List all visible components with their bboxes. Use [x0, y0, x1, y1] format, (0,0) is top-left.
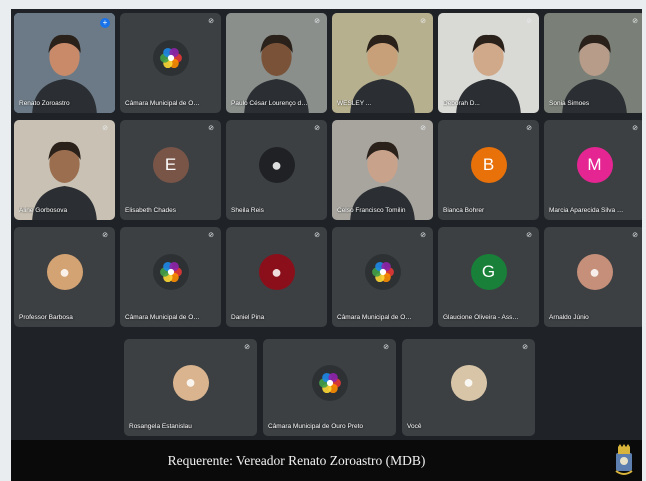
avatar-letter: E — [152, 147, 189, 183]
participant-tile[interactable]: + Renato Zoroastro — [14, 13, 115, 113]
participant-name: Celso Francisco Tomilin — [337, 207, 406, 214]
participant-tile[interactable]: ⊘ Câmara Municipal de Ouro Preto — [263, 339, 396, 436]
mic-off-icon: ⊘ — [632, 232, 638, 239]
participant-tile[interactable]: ● ⊘ Daniel Pina — [226, 227, 327, 327]
person-icon: ● — [463, 372, 474, 393]
participant-name: WESLEY ... — [337, 100, 372, 107]
participant-name: Rosangela Estanislau — [129, 423, 192, 430]
participant-name: Renato Zoroastro — [19, 100, 70, 107]
mic-off-icon: ⊘ — [420, 125, 426, 132]
mic-off-icon: ⊘ — [632, 125, 638, 132]
mic-off-icon: ⊘ — [522, 344, 528, 351]
participant-tile[interactable]: ⊘ WESLEY ... — [332, 13, 433, 113]
caption-bar: Requerente: Vereador Renato Zoroastro (M… — [11, 440, 642, 481]
participant-name: Deborah D... — [443, 100, 480, 107]
participant-name: Câmara Municipal de Ouro... — [337, 314, 415, 321]
person-icon: ● — [271, 154, 282, 175]
avatar-photo: ● — [576, 254, 613, 290]
mic-off-icon: ⊘ — [244, 344, 250, 351]
participant-name: Marcia Aparecida Silva San... — [549, 207, 627, 214]
participant-video — [332, 13, 433, 113]
mic-off-icon: ⊘ — [420, 232, 426, 239]
participant-tile[interactable]: ⊘ Deborah D... — [438, 13, 539, 113]
participant-name: Paulo César Lourenço de... — [231, 100, 309, 107]
participant-name: Glaucione Oliveira - Asses... — [443, 314, 521, 321]
participant-name: Sheila Reis — [231, 207, 264, 214]
mic-off-icon: ⊘ — [208, 232, 214, 239]
participant-tile[interactable]: ● ⊘ Sheila Reis — [226, 120, 327, 220]
participant-name: Você — [407, 423, 422, 430]
participant-tile[interactable]: ⊘ Câmara Municipal de Ouro... — [120, 227, 221, 327]
mic-off-icon: ⊘ — [208, 18, 214, 25]
council-logo-avatar — [311, 364, 348, 401]
person-icon: ● — [185, 372, 196, 393]
participant-tile[interactable]: ⊘ Celso Francisco Tomilin — [332, 120, 433, 220]
mic-off-icon: ⊘ — [102, 232, 108, 239]
mic-off-icon: ⊘ — [526, 125, 532, 132]
participant-name: Daniel Pina — [231, 314, 265, 321]
participant-tile[interactable]: ● ⊘ Professor Barbosa — [14, 227, 115, 327]
participant-tile[interactable]: E ⊘ Elisabeth Chades — [120, 120, 221, 220]
person-icon: ● — [589, 261, 600, 282]
avatar-letter: M — [576, 147, 613, 183]
mic-off-icon: ⊘ — [526, 18, 532, 25]
avatar-photo: ● — [258, 147, 295, 183]
screenshot-frame: + Renato Zoroastro ⊘ Câmara Municipal de Ou… — [0, 0, 646, 481]
meeting-grid: + Renato Zoroastro ⊘ Câmara Municipal de Ou… — [11, 9, 642, 440]
participant-video — [14, 13, 115, 113]
avatar-photo: ● — [46, 254, 83, 290]
mic-off-icon: ⊘ — [102, 125, 108, 132]
mic-off-icon: ⊘ — [314, 232, 320, 239]
participant-name: Câmara Municipal de Ouro Preto — [268, 423, 364, 430]
caption-text: Requerente: Vereador Renato Zoroastro (M… — [167, 453, 426, 468]
participant-video — [14, 120, 115, 220]
participant-name: Elisabeth Chades — [125, 207, 176, 214]
participant-tile[interactable]: B ⊘ Bianca Bohrer — [438, 120, 539, 220]
participant-video — [332, 120, 433, 220]
participant-tile[interactable]: M ⊘ Marcia Aparecida Silva San... — [544, 120, 642, 220]
participant-tile[interactable]: ● ⊘ Você — [402, 339, 535, 436]
mic-off-icon: ⊘ — [383, 344, 389, 351]
person-icon: ● — [271, 261, 282, 282]
participant-tile[interactable]: ⊘ Sonia Simoes — [544, 13, 642, 113]
mic-off-icon: ⊘ — [420, 18, 426, 25]
participant-name: Professor Barbosa — [19, 314, 73, 321]
avatar-photo: ● — [450, 364, 487, 401]
participant-tile[interactable]: ● ⊘ Arnaldo Júnio — [544, 227, 642, 327]
council-logo-avatar — [152, 254, 189, 290]
participant-name: Aline Gorbosova — [19, 207, 68, 214]
participant-tile[interactable]: ⊘ Câmara Municipal de Ouro... — [120, 13, 221, 113]
participant-video — [226, 13, 327, 113]
pin-icon[interactable]: + — [100, 18, 110, 28]
avatar-letter: G — [470, 254, 507, 290]
mic-off-icon: ⊘ — [208, 125, 214, 132]
avatar-letter: B — [470, 147, 507, 183]
participant-name: Arnaldo Júnio — [549, 314, 589, 321]
mic-off-icon: ⊘ — [314, 125, 320, 132]
participant-name: Bianca Bohrer — [443, 207, 485, 214]
person-icon: ● — [59, 261, 70, 282]
council-logo-avatar — [152, 40, 189, 76]
council-logo-avatar — [364, 254, 401, 290]
participant-tile[interactable]: ⊘ Paulo César Lourenço de... — [226, 13, 327, 113]
participant-tile[interactable]: ⊘ Câmara Municipal de Ouro... — [332, 227, 433, 327]
mic-off-icon: ⊘ — [632, 18, 638, 25]
participant-tile[interactable]: ⊘ Aline Gorbosova — [14, 120, 115, 220]
avatar-photo: ● — [258, 254, 295, 290]
participant-tile[interactable]: G ⊘ Glaucione Oliveira - Asses... — [438, 227, 539, 327]
participant-video — [438, 13, 539, 113]
mic-off-icon: ⊘ — [526, 232, 532, 239]
participant-name: Câmara Municipal de Ouro... — [125, 314, 203, 321]
participant-video — [544, 13, 642, 113]
participant-tile[interactable]: ● ⊘ Rosangela Estanislau — [124, 339, 257, 436]
mic-off-icon: ⊘ — [314, 18, 320, 25]
participant-name: Sonia Simoes — [549, 100, 590, 107]
city-emblem-icon — [615, 444, 633, 475]
avatar-photo: ● — [172, 364, 209, 401]
participant-name: Câmara Municipal de Ouro... — [125, 100, 203, 107]
